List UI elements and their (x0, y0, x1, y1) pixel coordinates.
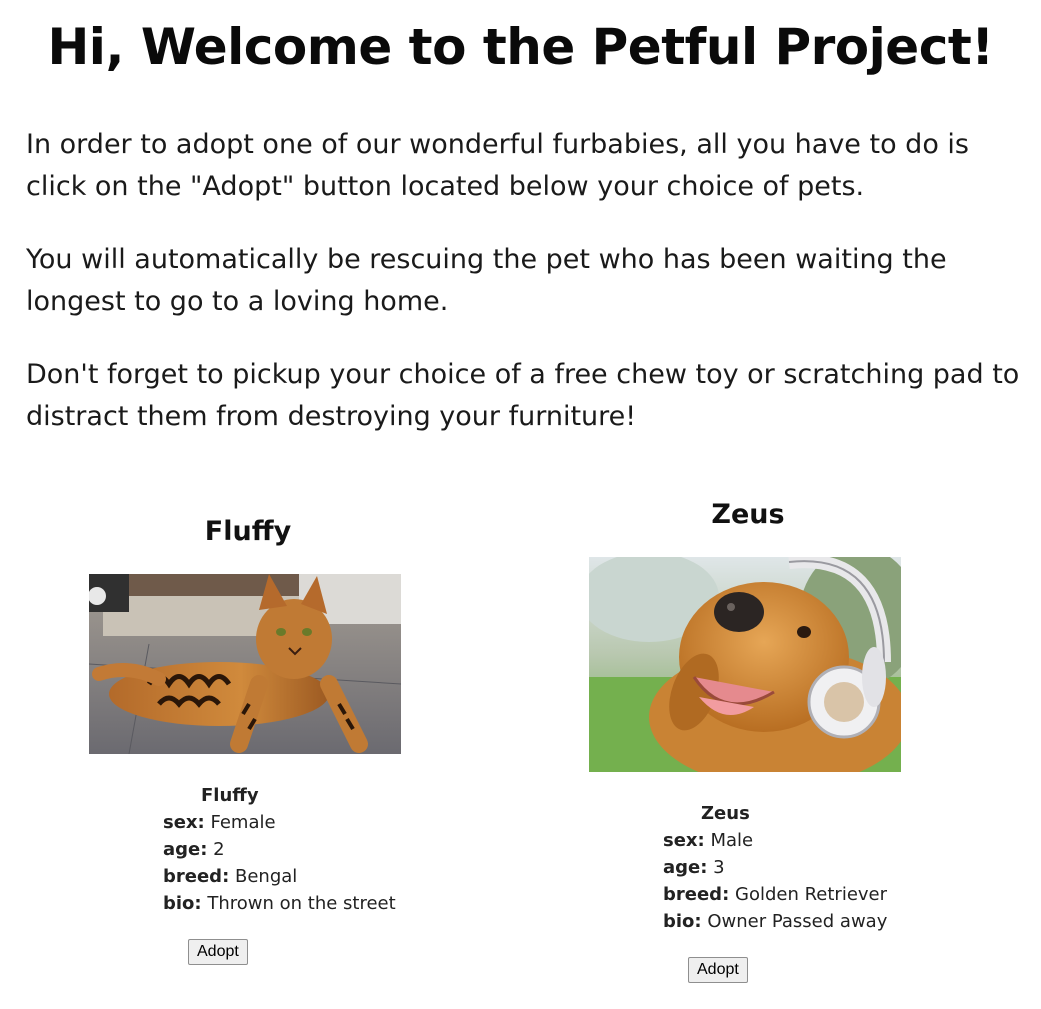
cat-photo (89, 574, 401, 754)
pet-name: Zeus (701, 803, 750, 824)
pet-heading: Zeus (711, 499, 785, 530)
sex-label: sex: (663, 830, 705, 851)
intro-paragraph-adopt-instructions: In order to adopt one of our wonderful f… (26, 129, 969, 202)
breed-label: breed: (163, 866, 230, 887)
sex-value: Female (210, 812, 276, 833)
age-label: age: (163, 839, 208, 860)
pet-sex: sex: Female (163, 809, 403, 836)
bio-value: Owner Passed away (707, 911, 888, 932)
pet-breed: breed: Golden Retriever (663, 881, 903, 908)
pet-details: Zeus sex: Male age: 3 breed: Golden Retr… (663, 800, 903, 935)
intro-paragraph-free-toy: Don't forget to pickup your choice of a … (26, 359, 1020, 432)
intro-paragraph-queue-info: You will automatically be rescuing the p… (26, 244, 947, 317)
adopt-button-zeus[interactable]: Adopt (688, 957, 748, 983)
age-label: age: (663, 857, 708, 878)
pet-card-zeus: Zeus Zeus sex: Male age: 3 breed: Golden… (588, 495, 908, 983)
pet-breed: breed: Bengal (163, 863, 403, 890)
breed-value: Bengal (235, 866, 298, 887)
pet-bio: bio: Owner Passed away (663, 908, 903, 935)
sex-label: sex: (163, 812, 205, 833)
age-value: 2 (213, 839, 225, 860)
breed-value: Golden Retriever (735, 884, 888, 905)
breed-label: breed: (663, 884, 730, 905)
sex-value: Male (710, 830, 754, 851)
pet-sex: sex: Male (663, 827, 903, 854)
pet-age: age: 3 (663, 854, 903, 881)
adopt-button-fluffy[interactable]: Adopt (188, 939, 248, 965)
pet-bio: bio: Thrown on the street (163, 890, 403, 917)
bio-label: bio: (163, 893, 202, 914)
pet-heading: Fluffy (204, 516, 292, 547)
dog-photo (589, 557, 901, 772)
pet-age: age: 2 (163, 836, 403, 863)
pet-card-fluffy: Fluffy Fluffy sex: Female age: 2 breed: … (88, 512, 408, 965)
page-title: Hi, Welcome to the Petful Project! (47, 18, 994, 76)
pet-name: Fluffy (201, 785, 259, 806)
age-value: 3 (713, 857, 725, 878)
bio-label: bio: (663, 911, 702, 932)
bio-value: Thrown on the street (207, 893, 396, 914)
petful-page: Hi, Welcome to the Petful Project! In or… (0, 0, 1041, 1009)
pet-details: Fluffy sex: Female age: 2 breed: Bengal … (163, 782, 403, 917)
